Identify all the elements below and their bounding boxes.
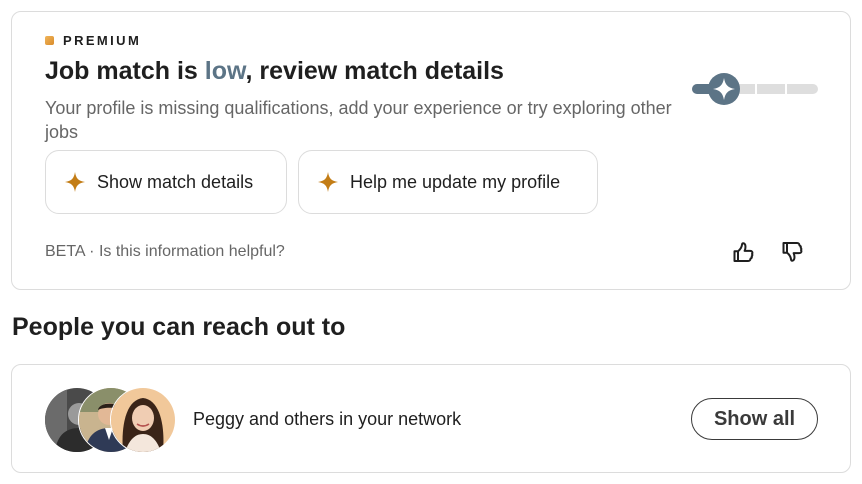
avatar[interactable] <box>110 387 176 453</box>
show-match-details-label: Show match details <box>97 171 254 192</box>
beta-feedback-text: BETA · Is this information helpful? <box>45 243 285 260</box>
job-match-subtitle: Your profile is missing qualifications, … <box>45 98 672 142</box>
sparkle-icon <box>65 172 85 192</box>
job-match-card: PREMIUM Job match is low, review match d… <box>11 11 851 290</box>
network-description: Peggy and others in your network <box>193 409 462 429</box>
help-update-profile-label: Help me update my profile <box>350 171 561 192</box>
show-all-button[interactable]: Show all <box>691 398 818 440</box>
network-card: Peggy and others in your network Show al… <box>11 364 851 473</box>
avatar-stack[interactable] <box>44 387 176 453</box>
headline-prefix: Job match is <box>45 57 205 85</box>
premium-logo-icon <box>45 36 54 45</box>
premium-label: PREMIUM <box>63 33 142 48</box>
headline-suffix: , review match details <box>245 57 504 85</box>
avatar-person-3 <box>111 388 175 452</box>
thumbs-down-icon[interactable] <box>780 240 804 264</box>
sparkle-icon <box>318 172 338 192</box>
job-match-headline: Job match is low, review match details <box>45 57 504 86</box>
match-level-meter <box>692 73 818 105</box>
help-update-profile-button[interactable]: Help me update my profile <box>298 150 598 214</box>
show-match-details-button[interactable]: Show match details <box>45 150 287 214</box>
thumbs-up-icon[interactable] <box>731 240 755 264</box>
people-section-title: People you can reach out to <box>12 313 346 341</box>
premium-badge: PREMIUM <box>45 33 141 48</box>
match-level-text: low <box>204 57 246 85</box>
